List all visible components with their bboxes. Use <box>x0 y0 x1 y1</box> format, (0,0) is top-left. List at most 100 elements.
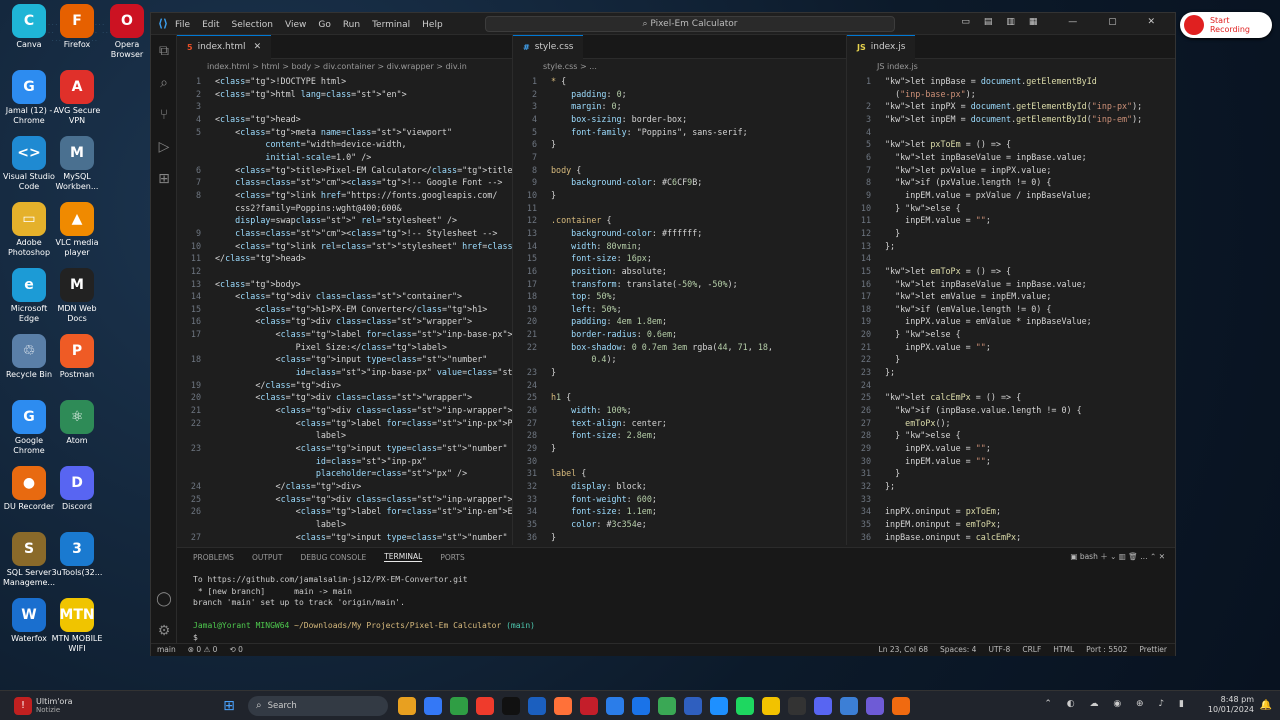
desktop-icon[interactable]: ▲ VLC media player <box>48 202 106 258</box>
status-item[interactable]: CRLF <box>1022 645 1041 654</box>
status-item[interactable]: main <box>157 645 176 654</box>
line-text: <class="tg">label for=class="st">"inp-ba… <box>215 329 513 340</box>
line-text: "kw">let inpBaseValue = inpBase.value; <box>895 278 1087 289</box>
menu-item[interactable]: Terminal <box>372 20 410 30</box>
panel-tab[interactable]: TERMINAL <box>384 552 423 562</box>
taskbar-app-icon[interactable] <box>606 696 624 715</box>
taskbar-app-icon[interactable] <box>762 696 780 715</box>
taskbar-app-icon[interactable] <box>398 696 416 715</box>
source-control-icon[interactable]: ⑂ <box>151 99 177 131</box>
terminal-line: * [new branch] main -> main <box>193 586 352 596</box>
system-tray[interactable]: ⌃ ◐ ☁ ◉ ⊕ ♪ ▮ <box>1044 699 1190 709</box>
desktop-icon[interactable]: O Opera Browser <box>98 4 156 60</box>
desktop-icon[interactable]: 3 3uTools(32... <box>48 532 106 578</box>
breadcrumb[interactable]: index.html > html > body > div.container… <box>177 59 512 75</box>
menu-item[interactable]: View <box>285 20 306 30</box>
panel-tab[interactable]: PROBLEMS <box>193 553 234 562</box>
breadcrumb[interactable]: style.css > ... <box>513 59 846 75</box>
line-number: 13 <box>526 227 537 238</box>
desktop-icon[interactable]: D Discord <box>48 466 106 512</box>
taskbar-search[interactable]: ⌕ Search <box>248 695 388 716</box>
taskbar-app-icon[interactable] <box>788 696 806 715</box>
taskbar-app-icon[interactable] <box>424 696 442 715</box>
desktop-icon[interactable]: A AVG Secure VPN <box>48 70 106 126</box>
clock[interactable]: 8:48 pm 10/01/2024 <box>1208 695 1254 715</box>
terminal-shell-label[interactable]: ▣ bash ＋ ⌄ ▥ 🗑 … ⌃ ✕ <box>1070 551 1165 562</box>
menu-item[interactable]: File <box>175 20 190 30</box>
extensions-icon[interactable]: ⊞ <box>151 163 177 195</box>
code-line: 36 inpBase.oninput = calcEmPx; <box>847 531 1175 544</box>
desktop-icon[interactable]: M MDN Web Docs <box>48 268 106 324</box>
menu-item[interactable]: Run <box>343 20 360 30</box>
status-item[interactable]: ⊗ 0 ⚠ 0 <box>188 645 218 654</box>
desktop-icon[interactable]: ⚛ Atom <box>48 400 106 446</box>
menu-item[interactable]: Selection <box>232 20 273 30</box>
line-number: 23 <box>526 367 537 378</box>
start-icon[interactable]: ⊞ <box>220 697 238 715</box>
taskbar-app-icon[interactable] <box>658 696 676 715</box>
desktop-icon-label: MDN Web Docs <box>57 304 97 323</box>
line-number: 17 <box>526 278 537 289</box>
line-number <box>177 214 215 227</box>
taskbar-app-icon[interactable] <box>684 696 702 715</box>
close-icon[interactable]: ✕ <box>254 42 262 52</box>
editor-tab[interactable]: 5 index.html ✕ <box>177 35 272 59</box>
line-number: 24 <box>526 379 537 390</box>
status-item[interactable]: Prettier <box>1139 645 1167 654</box>
line-number: 16 <box>190 316 201 327</box>
panel-tab[interactable]: OUTPUT <box>252 553 283 562</box>
search-icon[interactable]: ⌕ <box>151 67 177 99</box>
taskbar-app-icon[interactable] <box>840 696 858 715</box>
status-item[interactable]: UTF-8 <box>988 645 1010 654</box>
command-center[interactable]: ⌕ Pixel-Em Calculator <box>485 16 895 32</box>
explorer-icon[interactable]: ⧉ <box>151 35 177 67</box>
editor-tab[interactable]: # style.css <box>513 35 584 59</box>
editor-pane-css[interactable]: # style.css style.css > ... 1 * {2 padding: … <box>513 35 847 545</box>
window-controls[interactable]: ▭▤▥▦ — ▢ ✕ <box>961 17 1169 27</box>
line-number: 8 <box>531 164 537 175</box>
taskbar-app-icon[interactable] <box>866 696 884 715</box>
start-recording-button[interactable]: Start Recording <box>1180 12 1272 38</box>
app-icon: P <box>60 334 94 368</box>
menu-item[interactable]: Edit <box>202 20 219 30</box>
status-item[interactable]: HTML <box>1053 645 1074 654</box>
desktop-icon[interactable]: MTN MTN MOBILE WIFI <box>48 598 106 654</box>
taskbar-app-icon[interactable] <box>554 696 572 715</box>
status-item[interactable]: Port : 5502 <box>1086 645 1127 654</box>
status-item[interactable]: Spaces: 4 <box>940 645 976 654</box>
run-debug-icon[interactable]: ▷ <box>151 131 177 163</box>
breadcrumb[interactable]: JS index.js <box>847 59 1175 75</box>
panel-tab[interactable]: DEBUG CONSOLE <box>301 553 367 562</box>
account-icon[interactable]: ◯ <box>151 583 177 615</box>
desktop-icon-label: MySQL Workben... <box>55 172 99 191</box>
panel-tab[interactable]: PORTS <box>440 553 464 562</box>
news-icon[interactable]: ! <box>14 696 32 715</box>
notification-icon[interactable]: 🔔 <box>1260 700 1272 711</box>
taskbar-app-icon[interactable] <box>476 696 494 715</box>
line-number: 12 <box>526 215 537 226</box>
taskbar-app-icon[interactable] <box>736 696 754 715</box>
status-item[interactable]: Ln 23, Col 68 <box>879 645 928 654</box>
editor-pane-html[interactable]: 5 index.html ✕ index.html > html > body > d… <box>177 35 513 545</box>
line-text: } <box>551 189 557 200</box>
taskbar-app-icon[interactable] <box>892 696 910 715</box>
line-number: 14 <box>860 253 871 264</box>
code-area[interactable]: 1 "kw">let inpBase = document.getElementB… <box>847 75 1175 543</box>
taskbar-app-icon[interactable] <box>814 696 832 715</box>
status-item[interactable]: ⟲ 0 <box>229 645 242 654</box>
taskbar-app-icon[interactable] <box>528 696 546 715</box>
taskbar-app-icon[interactable] <box>710 696 728 715</box>
menu-item[interactable]: Go <box>318 20 330 30</box>
taskbar-app-icon[interactable] <box>450 696 468 715</box>
editor-tab[interactable]: JS index.js <box>847 35 916 59</box>
terminal-output[interactable]: To https://github.com/jamalsalim-js12/PX… <box>177 566 1175 643</box>
editor-pane-js[interactable]: JS index.js JS index.js 1 "kw">let inpBase =… <box>847 35 1175 545</box>
taskbar-app-icon[interactable] <box>502 696 520 715</box>
code-area[interactable]: 1 * {2 padding: 0; 3 margin: 0; 4 box-sizin… <box>513 75 846 543</box>
taskbar-app-icon[interactable] <box>632 696 650 715</box>
code-area[interactable]: 1 <class="tg">!DOCTYPE html> 2 <class="tg">… <box>177 75 512 543</box>
desktop-icon[interactable]: P Postman <box>48 334 106 380</box>
desktop-icon[interactable]: M MySQL Workben... <box>48 136 106 192</box>
taskbar-app-icon[interactable] <box>580 696 598 715</box>
menu-item[interactable]: Help <box>422 20 443 30</box>
